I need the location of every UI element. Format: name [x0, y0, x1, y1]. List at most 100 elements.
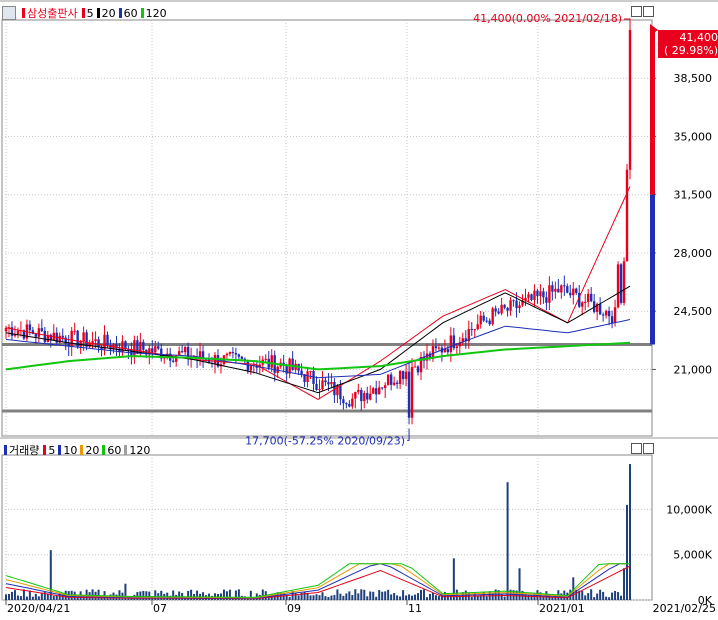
volume-bar [357, 593, 360, 600]
volume-bar [7, 593, 10, 600]
candle-body [404, 371, 408, 380]
candle-body [500, 304, 503, 314]
volume-bar [626, 504, 629, 600]
candle-body [434, 346, 438, 349]
candle-body [345, 403, 348, 405]
volume-title: 거래량 [9, 444, 40, 457]
volume-bar [629, 464, 631, 600]
legend-label: 20 [85, 443, 100, 457]
volume-bar [587, 593, 590, 600]
candle-body [237, 354, 241, 357]
volume-bar [417, 593, 420, 600]
series-marker-icon [43, 445, 47, 455]
ma-legend: 5 20 60 120 [81, 6, 167, 20]
candle-body [545, 297, 548, 303]
candle-body [512, 300, 515, 302]
volume-bar [369, 591, 372, 600]
candle-body [601, 314, 605, 316]
price-plot-frame [1, 19, 653, 437]
candle-body [476, 324, 479, 330]
volume-bar [599, 589, 602, 600]
volume-bar [387, 589, 390, 600]
chart-window: 38,500 35,000 31,500 28,000 24,500 21,000 10,0… [0, 0, 718, 617]
series-marker-icon [58, 445, 62, 455]
candle-body [515, 300, 518, 309]
candle-body [378, 387, 381, 395]
close-icon[interactable] [643, 6, 654, 17]
close-icon[interactable] [643, 443, 654, 454]
volume-bar [593, 597, 596, 600]
volume-bar [623, 568, 626, 600]
candle-body [536, 290, 539, 297]
candle-body [70, 330, 73, 347]
legend-label: 120 [145, 6, 167, 20]
volume-bar [476, 596, 479, 600]
volume-bar [390, 594, 393, 600]
current-change: ( 29.98%) [663, 44, 718, 57]
legend-item-ma-60: 60 [118, 6, 138, 20]
candle-body [366, 393, 369, 400]
candle-body [183, 346, 187, 353]
candle-body [351, 398, 354, 407]
legend-item-ma-10: 10 [58, 444, 77, 457]
restore-icon[interactable] [631, 443, 642, 454]
candle-body [154, 346, 157, 353]
candle-body [625, 169, 629, 262]
legend-label: 60 [123, 6, 138, 20]
volume-bar [318, 595, 321, 600]
candle-body [613, 307, 617, 324]
volume-bar [428, 593, 431, 600]
legend-item-ma-5: 5 [81, 7, 94, 20]
volume-bar [608, 597, 611, 600]
candle-body [569, 292, 572, 296]
volume-bar [25, 596, 28, 600]
y-tick-label: 28,000 [674, 247, 713, 260]
candle-body [249, 365, 253, 371]
volume-bar [354, 589, 357, 600]
candle-body [455, 346, 459, 349]
volume-bar [422, 589, 425, 600]
volume-bar [333, 595, 336, 600]
candle-body [566, 286, 569, 293]
volume-bar [518, 568, 521, 600]
candle-body [180, 351, 184, 353]
volume-bar [118, 590, 121, 600]
candle-body [575, 288, 578, 293]
candle-body [136, 340, 139, 354]
volume-bar [581, 591, 584, 600]
volume-bar [617, 592, 620, 600]
candle-body [321, 380, 324, 389]
candle-body [171, 360, 175, 362]
volume-bar [91, 589, 94, 600]
volume-bar [434, 595, 437, 600]
volume-bar [414, 594, 417, 600]
candle-body [300, 370, 303, 375]
restore-icon[interactable] [631, 6, 642, 17]
legend-label: 120 [129, 443, 151, 457]
current-bar-down [650, 194, 655, 345]
candle-body [40, 328, 44, 331]
candle-body [604, 310, 608, 316]
volume-bar [402, 590, 405, 600]
candle-body [449, 335, 453, 353]
volume-bar [46, 593, 49, 600]
candle-body [581, 302, 584, 307]
candle-body [395, 382, 399, 384]
volume-bar [393, 593, 396, 600]
legend-item-ma-120: 120 [140, 6, 167, 20]
candle-body [339, 385, 342, 400]
candle-body [557, 288, 560, 293]
volume-bar [288, 596, 291, 600]
volume-bar [378, 590, 381, 600]
candle-body [34, 333, 38, 337]
candle-body [327, 382, 330, 385]
volume-bar [351, 595, 354, 600]
high-annotation: 41,400(0.00% 2021/02/18) [473, 12, 622, 25]
candle-body [4, 328, 8, 332]
panel-menu-icon[interactable] [2, 6, 16, 20]
legend-label: 10 [63, 443, 78, 457]
volume-bar [590, 589, 593, 600]
candle-body [357, 389, 360, 392]
volume-bar [139, 591, 142, 600]
volume-bar [19, 596, 22, 600]
